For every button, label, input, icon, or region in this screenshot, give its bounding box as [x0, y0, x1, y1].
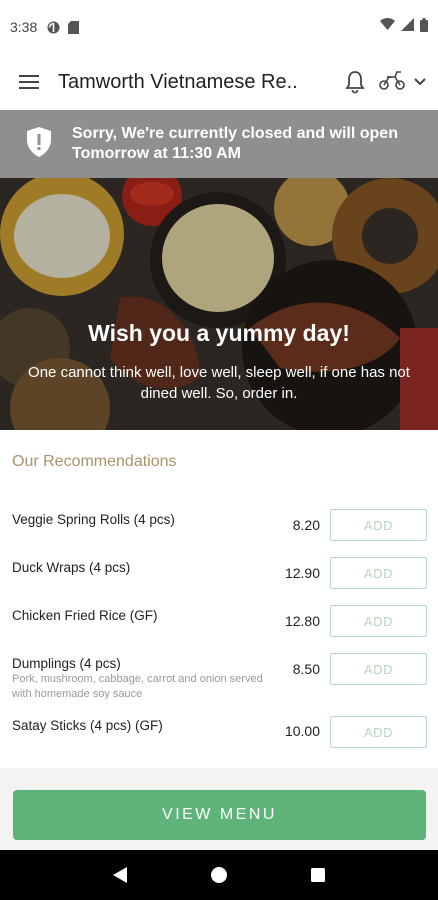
bell-icon[interactable] — [344, 70, 366, 94]
closed-message: Sorry, We're currently closed and will o… — [72, 124, 398, 164]
add-button[interactable]: ADD — [330, 509, 427, 541]
scooter-icon — [378, 69, 406, 96]
status-bar: 3:38 — [0, 0, 438, 54]
delivery-mode-selector[interactable] — [378, 69, 426, 96]
app-bar: Tamworth Vietnamese Re.. — [0, 54, 438, 110]
shield-alert-icon — [26, 126, 52, 163]
hamburger-menu-icon[interactable] — [16, 69, 42, 95]
notification-icon — [47, 21, 60, 34]
restaurant-title: Tamworth Vietnamese Re.. — [58, 70, 298, 93]
item-price: 12.80 — [284, 613, 320, 629]
home-icon[interactable] — [199, 855, 239, 895]
item-name: Veggie Spring Rolls (4 pcs) — [12, 512, 175, 527]
add-button[interactable]: ADD — [330, 716, 427, 748]
item-price: 12.90 — [284, 565, 320, 581]
closed-message-line2: Tomorrow at 11:30 AM — [72, 145, 241, 162]
recommendations-title: Our Recommendations — [12, 453, 177, 470]
item-name: Chicken Fried Rice (GF) — [12, 608, 158, 623]
wifi-icon — [380, 18, 395, 36]
bottom-panel: VIEW MENU — [0, 768, 438, 850]
view-menu-button[interactable]: VIEW MENU — [13, 790, 426, 840]
item-description: Pork, mushroom, cabbage, carrot and onio… — [12, 673, 263, 700]
closed-message-line1: Sorry, We're currently closed and will o… — [72, 125, 398, 142]
hero-title: Wish you a yummy day! — [88, 320, 350, 346]
hero-banner: Wish you a yummy day! One cannot think w… — [0, 178, 438, 430]
status-time: 3:38 — [10, 19, 38, 35]
recommendation-item: Veggie Spring Rolls (4 pcs) 8.20 ADD — [0, 508, 438, 548]
recommendation-item: Duck Wraps (4 pcs) 12.90 ADD — [0, 556, 438, 596]
system-nav-bar — [0, 850, 438, 900]
chevron-down-icon — [414, 73, 426, 91]
add-button[interactable]: ADD — [330, 605, 427, 637]
item-name: Duck Wraps (4 pcs) — [12, 560, 131, 575]
battery-icon — [420, 17, 428, 37]
back-icon[interactable] — [100, 855, 140, 895]
signal-icon — [401, 18, 414, 36]
item-name: Dumplings (4 pcs) — [12, 656, 121, 671]
add-button[interactable]: ADD — [330, 653, 427, 685]
hero-subtitle: One cannot think well, love well, sleep … — [28, 364, 410, 402]
recommendation-item: Dumplings (4 pcs) Pork, mushroom, cabbag… — [0, 652, 438, 708]
item-name: Satay Sticks (4 pcs) (GF) — [12, 718, 163, 733]
app-actions — [344, 69, 426, 96]
item-price: 10.00 — [284, 723, 320, 739]
closed-banner: Sorry, We're currently closed and will o… — [0, 110, 438, 178]
recommendation-item: Satay Sticks (4 pcs) (GF) 10.00 ADD — [0, 715, 438, 755]
recents-icon[interactable] — [298, 855, 338, 895]
item-price: 8.20 — [292, 517, 320, 533]
sim-card-icon — [68, 20, 81, 34]
recommendation-item: Chicken Fried Rice (GF) 12.80 ADD — [0, 604, 438, 644]
status-right-icons — [380, 17, 428, 37]
item-price: 8.50 — [292, 661, 320, 677]
add-button[interactable]: ADD — [330, 557, 427, 589]
